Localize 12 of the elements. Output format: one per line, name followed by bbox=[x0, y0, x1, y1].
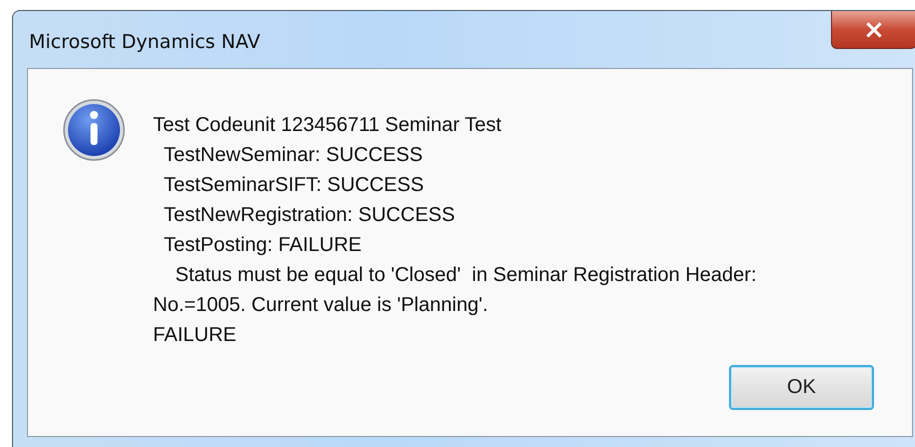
message-line: TestNewSeminar: SUCCESS bbox=[162, 143, 424, 168]
message-line: No.=1005. Current value is 'Planning'. bbox=[153, 293, 490, 318]
message-line: Status must be equal to 'Closed' in Seminar Registration Header: bbox=[174, 263, 756, 288]
close-button[interactable]: × bbox=[831, 11, 915, 49]
info-icon bbox=[62, 98, 126, 162]
message-line: Test Codeunit 123456711 Seminar Test bbox=[153, 113, 502, 138]
message-line: TestSeminarSIFT: SUCCESS bbox=[162, 173, 425, 198]
message-line: FAILURE bbox=[153, 323, 238, 348]
ok-button[interactable]: OK bbox=[729, 365, 874, 410]
window-title: Microsoft Dynamics NAV bbox=[29, 31, 260, 53]
message-line: TestPosting: FAILURE bbox=[162, 233, 363, 258]
message-line: TestNewRegistration: SUCCESS bbox=[162, 203, 456, 228]
